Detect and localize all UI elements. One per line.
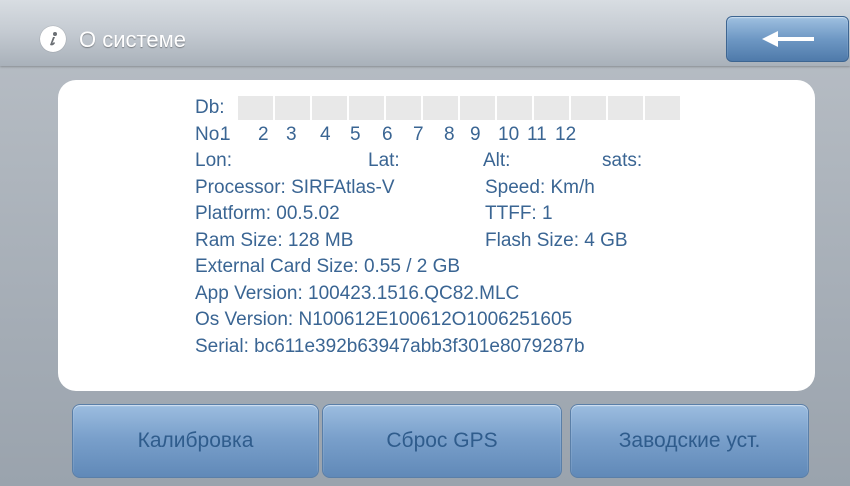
sat-number: 8 — [444, 123, 455, 145]
sat-number: 5 — [350, 123, 361, 145]
serial-number: Serial: bc611e392b63947abb3f301e8079287b — [195, 335, 585, 357]
db-signal-box — [608, 96, 643, 120]
sat-number: 9 — [470, 123, 481, 145]
processor-value: Processor: SIRFAtlas-V — [195, 176, 395, 198]
back-button[interactable] — [726, 16, 849, 62]
sat-number: 6 — [382, 123, 393, 145]
db-signal-box — [460, 96, 495, 120]
info-icon — [40, 26, 66, 52]
os-version: Os Version: N100612E100612O1006251605 — [195, 309, 573, 330]
sat-number: 12 — [555, 123, 577, 145]
db-signal-box — [645, 96, 680, 120]
sat-number: 10 — [498, 123, 520, 145]
sat-number: 7 — [413, 123, 424, 145]
db-signal-box — [423, 96, 458, 120]
db-signal-box — [497, 96, 532, 120]
lon-label: Lon: — [195, 150, 232, 171]
title-bar: О системе — [0, 0, 850, 66]
reset-gps-button[interactable]: Сброс GPS — [322, 404, 562, 478]
sat-number: 2 — [258, 123, 269, 145]
db-signal-box — [312, 96, 347, 120]
ttff-value: TTFF: 1 — [485, 203, 553, 224]
db-signal-box — [571, 96, 606, 120]
sats-label: sats: — [602, 150, 643, 171]
back-arrow-icon — [761, 31, 814, 47]
platform-value: Platform: 00.5.02 — [195, 203, 340, 224]
lat-label: Lat: — [368, 150, 400, 171]
flash-size: Flash Size: 4 GB — [485, 229, 628, 251]
db-signal-boxes — [238, 96, 680, 120]
ram-size: Ram Size: 128 MB — [195, 229, 354, 251]
sat-number: 3 — [286, 123, 297, 145]
page-title: О системе — [79, 27, 186, 52]
factory-settings-button[interactable]: Заводские уст. — [570, 404, 809, 478]
calibration-button[interactable]: Калибровка — [72, 404, 319, 478]
sat-number: 11 — [527, 123, 547, 145]
speed-value: Speed: Km/h — [485, 176, 595, 198]
db-label: Db: — [195, 97, 225, 118]
app-version: App Version: 100423.1516.QC82.MLC — [195, 282, 520, 304]
external-card-size: External Card Size: 0.55 / 2 GB — [195, 256, 461, 277]
db-signal-box — [386, 96, 421, 120]
sat-number: 4 — [320, 123, 331, 145]
db-signal-box — [349, 96, 384, 120]
db-signal-box — [275, 96, 310, 120]
db-signal-box — [238, 96, 273, 120]
sat-number: 1 — [220, 123, 231, 145]
alt-label: Alt: — [483, 150, 511, 171]
db-signal-box — [534, 96, 569, 120]
